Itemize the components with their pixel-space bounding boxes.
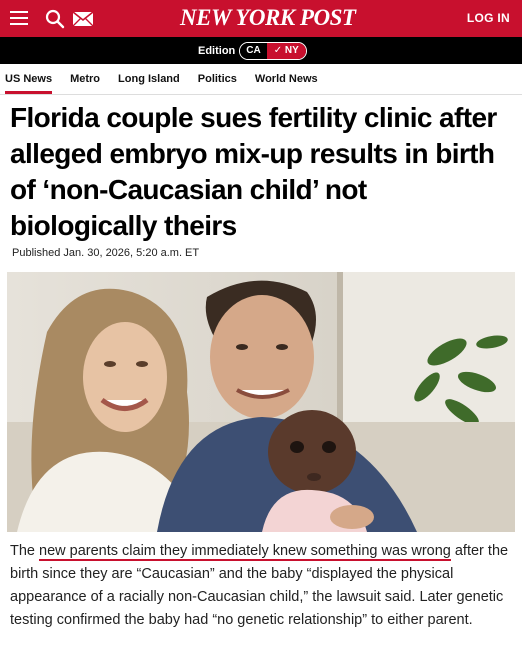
- menu-icon[interactable]: [10, 11, 28, 25]
- caption-text-start: The: [10, 543, 40, 559]
- edition-toggle[interactable]: CA ✓ NY: [239, 42, 307, 60]
- article-headline: Florida couple sues fertility clinic aft…: [10, 102, 497, 241]
- login-link[interactable]: LOG IN: [467, 11, 510, 25]
- photo-caption: The new parents claim they immediately k…: [10, 540, 515, 632]
- section-nav: US News Metro Long Island Politics World…: [0, 64, 522, 95]
- search-icon[interactable]: [45, 9, 65, 29]
- nav-item-politics[interactable]: Politics: [198, 64, 237, 94]
- nav-item-us-news[interactable]: US News: [5, 64, 53, 94]
- caption-link[interactable]: new parents claim they immediately knew …: [39, 543, 451, 561]
- check-icon: ✓: [273, 45, 285, 56]
- nav-item-metro[interactable]: Metro: [70, 64, 100, 94]
- nav-item-world-news[interactable]: World News: [255, 64, 318, 94]
- edition-option-ny-label: NY: [284, 45, 299, 56]
- nav-item-long-island[interactable]: Long Island: [118, 64, 180, 94]
- published-date: Published Jan. 30, 2026, 5:20 a.m. ET: [12, 247, 200, 259]
- article-photo: [7, 272, 515, 532]
- top-header-bar: NEW YORK POST LOG IN: [0, 0, 522, 37]
- mail-icon[interactable]: [72, 10, 94, 28]
- site-logo[interactable]: NEW YORK POST: [180, 4, 356, 32]
- family-photo-illustration: [7, 272, 515, 532]
- edition-option-ca[interactable]: CA: [240, 43, 267, 59]
- edition-option-ny[interactable]: ✓ NY: [266, 43, 306, 59]
- edition-switcher: Edition CA ✓ NY: [198, 42, 307, 60]
- edition-label: Edition: [198, 45, 236, 57]
- edition-bar: Edition CA ✓ NY: [0, 37, 522, 64]
